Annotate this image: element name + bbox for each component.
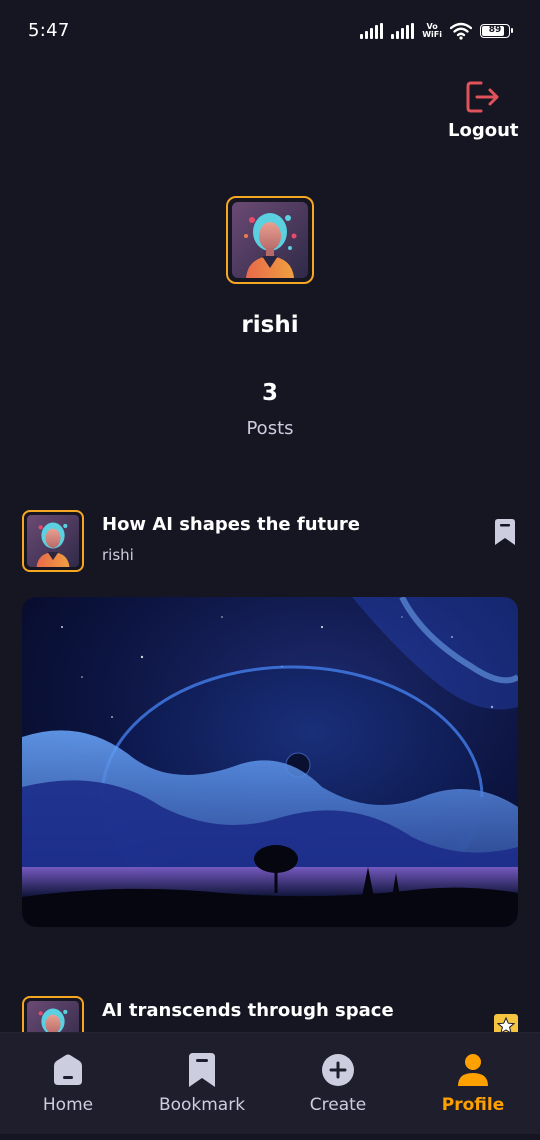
vowifi-bottom: WiFi bbox=[422, 30, 442, 39]
avatar-image bbox=[232, 202, 308, 278]
profile-avatar bbox=[226, 196, 314, 284]
status-time: 5:47 bbox=[28, 20, 70, 41]
profile-icon bbox=[458, 1054, 488, 1086]
signal-icon bbox=[360, 23, 384, 39]
post-card-header: How AI shapes the future rishi bbox=[22, 510, 518, 572]
profile-username: rishi bbox=[241, 312, 299, 338]
system-nav-strip bbox=[0, 1134, 540, 1140]
posts-count-label: Posts bbox=[246, 418, 294, 439]
status-icons: Vo WiFi 89 bbox=[360, 20, 513, 42]
bookmark-icon[interactable] bbox=[492, 518, 518, 546]
signal-icon bbox=[391, 23, 415, 39]
tab-label: Home bbox=[42, 1095, 94, 1115]
tab-create[interactable]: Create bbox=[278, 1051, 398, 1115]
logout-label: Logout bbox=[448, 120, 519, 141]
tab-label: Profile bbox=[441, 1095, 505, 1115]
status-bar: 5:47 Vo WiFi 89 bbox=[0, 0, 540, 62]
posts-count: 3 bbox=[261, 380, 278, 406]
tab-label: Bookmark bbox=[158, 1095, 246, 1115]
tab-profile[interactable]: Profile bbox=[413, 1051, 533, 1115]
tab-home[interactable]: Home bbox=[8, 1051, 128, 1115]
post-author: rishi bbox=[102, 546, 134, 564]
wifi-icon bbox=[450, 22, 472, 40]
space-artwork bbox=[22, 597, 518, 927]
avatar-image bbox=[27, 515, 79, 567]
tab-bookmark[interactable]: Bookmark bbox=[142, 1051, 262, 1115]
post-author-avatar[interactable] bbox=[22, 510, 84, 572]
plus-icon bbox=[322, 1054, 354, 1086]
post-image[interactable] bbox=[22, 597, 518, 927]
tab-label: Create bbox=[309, 1095, 367, 1115]
bookmark-icon bbox=[189, 1053, 215, 1087]
logout-icon bbox=[466, 81, 499, 113]
battery-icon: 89 bbox=[480, 24, 513, 38]
home-icon bbox=[54, 1054, 82, 1085]
battery-level: 89 bbox=[488, 25, 502, 35]
vowifi-indicator: Vo WiFi bbox=[422, 23, 442, 39]
post-title: How AI shapes the future bbox=[102, 514, 361, 535]
logout-button[interactable]: Logout bbox=[448, 80, 519, 141]
bottom-tab-bar: Home Bookmark Create Profile bbox=[0, 1032, 540, 1140]
post-title: AI transcends through space bbox=[102, 1000, 394, 1021]
